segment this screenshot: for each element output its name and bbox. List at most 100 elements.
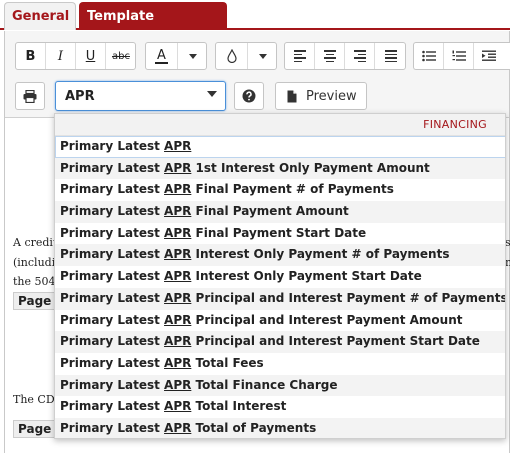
- font-color-label: A: [157, 47, 166, 63]
- option-prefix: Primary Latest: [60, 420, 165, 435]
- dropdown-option[interactable]: Primary Latest APR Interest Only Payment…: [55, 244, 505, 267]
- alignment-group: [284, 42, 406, 70]
- dropdown-option[interactable]: Primary Latest APR 1st Interest Only Pay…: [55, 157, 505, 180]
- question-circle-icon: [242, 89, 256, 103]
- option-suffix: Total Finance Charge: [191, 377, 338, 392]
- italic-label: I: [57, 48, 64, 64]
- align-left-icon: [293, 50, 306, 62]
- highlight-color-group: [215, 42, 277, 70]
- option-suffix: Total of Payments: [191, 420, 317, 435]
- dropdown-option[interactable]: Primary Latest APR Final Payment Amount: [55, 201, 505, 223]
- dropdown-option[interactable]: Primary Latest APR Total Interest: [55, 396, 505, 418]
- option-match: APR: [164, 420, 192, 435]
- option-prefix: Primary Latest: [60, 312, 165, 327]
- option-suffix: Total Fees: [191, 355, 264, 370]
- list-group: [413, 42, 510, 70]
- option-match: APR: [164, 139, 192, 153]
- bullet-list-button[interactable]: [414, 43, 444, 69]
- align-right-button[interactable]: [345, 43, 375, 69]
- print-button[interactable]: [15, 82, 45, 110]
- option-prefix: Primary Latest: [60, 139, 165, 153]
- underline-label: U: [85, 48, 96, 64]
- indent-button[interactable]: [474, 43, 504, 69]
- highlight-color-button[interactable]: [216, 43, 248, 69]
- numbered-list-icon: [452, 50, 466, 61]
- editor-toolbar: B I U abc A APR Preview: [5, 31, 510, 118]
- dropdown-option[interactable]: Primary Latest APR Total of Payments: [55, 417, 505, 438]
- option-match: APR: [164, 160, 192, 175]
- preview-button[interactable]: Preview: [275, 82, 367, 110]
- text-style-group: B I U abc: [15, 42, 136, 70]
- field-select-value: APR: [65, 89, 95, 104]
- highlight-dropdown-button[interactable]: [248, 43, 276, 69]
- option-suffix: 1st Interest Only Payment Amount: [191, 160, 430, 175]
- field-autocomplete-dropdown: FINANCING Primary Latest APR Primary Late…: [54, 113, 506, 439]
- tab-template-designer[interactable]: Template Designer: [79, 2, 227, 52]
- dropdown-option[interactable]: Primary Latest APR Principal and Interes…: [55, 331, 505, 353]
- align-justify-icon: [384, 50, 397, 62]
- font-color-swatch: [155, 61, 168, 64]
- category-label: FINANCING: [423, 118, 487, 131]
- dropdown-option[interactable]: Primary Latest APR Total Finance Charge: [55, 374, 505, 397]
- dropdown-list: Primary Latest APR Primary Latest APR 1st…: [55, 136, 506, 438]
- underline-button[interactable]: U: [76, 43, 106, 69]
- option-match: APR: [164, 269, 192, 284]
- align-center-button[interactable]: [315, 43, 345, 69]
- dropdown-option[interactable]: Primary Latest APR Final Payment Start D…: [55, 223, 505, 245]
- option-prefix: Primary Latest: [60, 182, 165, 197]
- print-icon: [23, 89, 37, 103]
- font-color-dropdown-button[interactable]: [178, 43, 206, 69]
- page-field-badge[interactable]: Page: [13, 292, 57, 310]
- dropdown-option[interactable]: Primary Latest APR Interest Only Payment…: [55, 266, 505, 288]
- bold-button[interactable]: B: [16, 43, 46, 69]
- option-prefix: Primary Latest: [60, 377, 165, 392]
- tab-bar: General Template Designer: [0, 0, 510, 52]
- dropdown-option[interactable]: Primary Latest APR Principal and Interes…: [55, 287, 506, 310]
- option-match: APR: [164, 399, 192, 414]
- font-color-group: A: [145, 42, 207, 70]
- chevron-down-icon: [188, 53, 197, 59]
- align-justify-button[interactable]: [375, 43, 405, 69]
- option-prefix: Primary Latest: [60, 225, 165, 240]
- chevron-down-icon: [207, 91, 217, 97]
- option-prefix: Primary Latest: [60, 247, 165, 262]
- option-suffix: Interest Only Payment Start Date: [191, 269, 422, 284]
- document-text-line: A credit: [13, 236, 58, 249]
- option-suffix: Final Payment # of Payments: [191, 182, 394, 197]
- dropdown-option[interactable]: Primary Latest APR Total Fees: [55, 353, 505, 375]
- option-match: APR: [164, 334, 192, 349]
- option-suffix: Interest Only Payment # of Payments: [191, 247, 450, 262]
- option-suffix: Principal and Interest Payment # of Paym…: [191, 290, 506, 305]
- option-prefix: Primary Latest: [60, 160, 165, 175]
- italic-button[interactable]: I: [46, 43, 76, 69]
- fill-drop-icon: [226, 49, 237, 63]
- tab-general[interactable]: General: [4, 2, 76, 30]
- align-left-button[interactable]: [285, 43, 315, 69]
- chevron-down-icon: [258, 53, 267, 59]
- option-suffix: Final Payment Amount: [191, 204, 349, 219]
- option-match: APR: [164, 377, 192, 392]
- option-match: APR: [164, 182, 192, 197]
- option-match: APR: [164, 290, 192, 305]
- option-prefix: Primary Latest: [60, 290, 165, 305]
- option-match: APR: [164, 312, 192, 327]
- bold-label: B: [25, 48, 36, 64]
- numbered-list-button[interactable]: [444, 43, 474, 69]
- option-suffix: Total Interest: [191, 399, 287, 414]
- field-select[interactable]: APR: [55, 81, 226, 111]
- option-suffix: Principal and Interest Payment Amount: [191, 312, 463, 327]
- option-prefix: Primary Latest: [60, 204, 165, 219]
- option-prefix: Primary Latest: [60, 355, 165, 370]
- strikethrough-button[interactable]: abc: [106, 43, 135, 69]
- option-match: APR: [164, 355, 192, 370]
- page-field-badge[interactable]: Page: [13, 420, 57, 438]
- dropdown-option[interactable]: Primary Latest APR Final Payment # of Pa…: [55, 179, 505, 201]
- help-button[interactable]: [234, 82, 264, 110]
- align-center-icon: [323, 50, 336, 62]
- option-match: APR: [164, 247, 192, 262]
- dropdown-option[interactable]: Primary Latest APR: [55, 136, 505, 158]
- document-icon: [287, 90, 297, 102]
- dropdown-option[interactable]: Primary Latest APR Principal and Interes…: [55, 310, 505, 332]
- strikethrough-label: abc: [112, 50, 130, 62]
- font-color-button[interactable]: A: [146, 43, 178, 69]
